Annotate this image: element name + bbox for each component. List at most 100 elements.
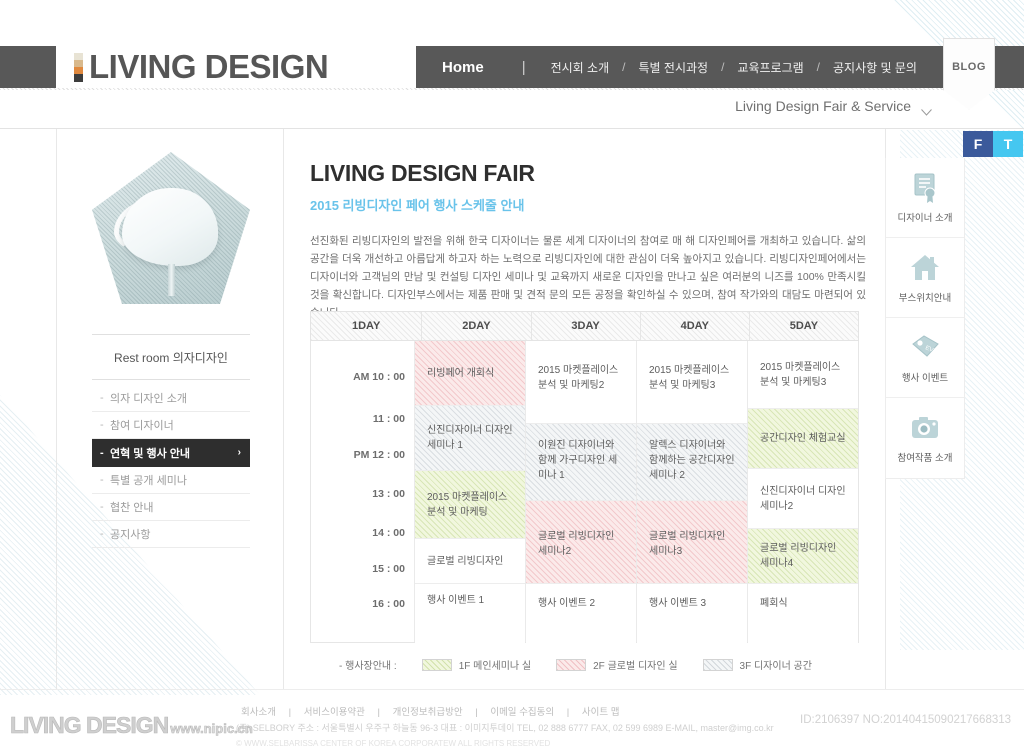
schedule-col-header-3day: 3DAY [532,312,641,340]
schedule-event-cell[interactable]: 이원진 디자이너와 함께 가구디자인 세미나 1 [526,424,636,501]
schedule-event-cell[interactable]: 리빙페어 개회식 [415,341,525,406]
chevron-down-icon[interactable] [921,103,932,116]
schedule-event-cell[interactable]: 글로벌 리빙디자인 세미나3 [637,501,747,584]
schedule-event-cell[interactable]: 글로벌 리빙디자인 [415,539,525,584]
column-divider-middle [283,129,284,689]
schedule-col-header-1day: 1DAY [311,312,423,340]
breadcrumb: Living Design Fair & Service [735,98,932,116]
schedule-col-header-5day: 5DAY [789,320,819,332]
sidebar-item-participating-designers[interactable]: - 참여 디자이너 [92,412,250,439]
watermark-left: LIVING DESIGN www.nipic.cn [10,712,253,739]
sidebar-item-history-and-events[interactable]: - 연혁 및 행사 안내 › [92,439,250,467]
bullet-dash-icon: - [100,392,104,404]
schedule-event-cell[interactable]: 2015 마켓플레이스 분석 및 마케팅2 [526,341,636,424]
chair-seat-shape [122,188,218,266]
schedule-col-header-2day: 2DAY [422,312,532,340]
schedule-event-cell[interactable]: 행사 이벤트 3 [637,584,747,643]
schedule-table: 1DAY 2DAY 3DAY 4DAY 5DAY AM 10 : 00 11 :… [310,311,859,643]
facebook-icon[interactable]: F [963,131,993,157]
twitter-icon[interactable]: T [993,131,1023,157]
quick-menu-item-booth-location[interactable]: 부스위치안내 [886,238,964,318]
page-title: LIVING DESIGN FAIR [310,160,535,186]
quick-menu-label: 행사 이벤트 [901,372,949,384]
nav-item-notice-inquiry[interactable]: 공지사항 및 문의 [824,59,926,76]
quick-menu-item-event[interactable]: EVENT 행사 이벤트 [886,318,964,398]
time-label: 11 : 00 [372,413,405,425]
schedule-event-cell[interactable]: 행사 이벤트 2 [526,584,636,643]
main-navigation: Home | 전시회 소개 / 특별 전시과정 / 교육프로그램 / 공지사항 … [420,46,926,88]
footer-copyright: © WWW.SELBARISSA CENTER OF KOREA CORPORA… [236,739,551,747]
sidebar-item-special-open-seminar[interactable]: - 특별 공개 세미나 [92,467,250,494]
quick-menu-label: 디자이너 소개 [897,212,953,224]
quick-menu-label: 부스위치안내 [898,292,952,304]
schedule-day-column-3day: 2015 마켓플레이스 분석 및 마케팅2 이원진 디자이너와 함께 가구디자인… [526,341,637,643]
legend-title: - 행사장안내 : [339,661,397,672]
page-root: LIVING DESIGN Home | 전시회 소개 / 특별 전시과정 / … [0,0,1024,747]
sidebar-item-label: 의자 디자인 소개 [110,393,187,405]
breadcrumb-label: Living Design Fair & Service [735,98,911,114]
sidebar-item-chair-design-intro[interactable]: - 의자 디자인 소개 [92,385,250,412]
sidebar-item-sponsorship[interactable]: - 협찬 안내 [92,494,250,521]
footer-separator: | [566,707,570,718]
logo-color-bars-icon [74,52,83,82]
schedule-event-cell[interactable]: 신진디자이너 디자인세미나 1 [415,406,525,471]
sidebar-caption-block: Rest room 의자디자인 [92,334,250,380]
schedule-event-cell[interactable]: 신진디자이너 디자인세미나2 [748,469,858,529]
bullet-dash-icon: - [100,474,104,486]
schedule-event-cell[interactable]: 공간디자인 체험교실 [748,409,858,469]
time-label: 14 : 00 [372,527,405,539]
legend-swatch-green-icon [421,658,452,671]
schedule-col-header-4day: 4DAY [641,312,750,340]
footer-links: 회사소개 | 서비스이용약관 | 개인정보취급방안 | 이메일 수집동의 | 사… [236,706,774,719]
schedule-event-cell[interactable]: 행사 이벤트 1 [415,584,525,643]
footer-link-email-consent[interactable]: 이메일 수집동의 [490,707,554,718]
bullet-dash-icon: - [100,501,104,513]
page-subtitle: 2015 리빙디자인 페어 행사 스케줄 안내 [310,198,525,213]
schedule-time-column: AM 10 : 00 11 : 00 PM 12 : 00 13 : 00 14… [311,341,415,642]
sidebar-item-label: 협찬 안내 [110,502,154,514]
sidebar-item-label: 공지사항 [110,529,151,541]
watermark-site-text: www.nipic.cn [170,721,253,737]
blog-tab[interactable]: BLOG [943,38,995,110]
nav-item-special-exhibition[interactable]: 특별 전시과정 [629,59,717,76]
header-bottom-rule [0,88,1024,90]
footer-top-rule [0,689,1024,690]
schedule-event-cell[interactable]: 글로벌 리빙디자인 세미나4 [748,529,858,584]
footer-address: (주) SELBORY 주소 : 서울특별시 우주구 하늘동 96-3 대표 :… [236,723,774,733]
footer-separator: | [377,707,381,718]
schedule-event-cell[interactable]: 폐회식 [748,584,858,643]
logo-text: LIVING DESIGN [89,48,329,85]
chair-stem-shape [168,264,175,296]
watermark-id: ID:2106397 NO:20140415090217668313 [800,714,1012,726]
quick-menu-item-works-intro[interactable]: 참여작품 소개 [886,398,964,478]
schedule-event-cell[interactable]: 2015 마켓플레이스 분석 및 마케팅3 [748,341,858,409]
schedule-event-cell[interactable]: 글로벌 리빙디자인 세미나2 [526,501,636,584]
schedule-day-column-4day: 2015 마켓플레이스 분석 및 마케팅3 알렉스 디자이너와 함께하는 공간디… [637,341,748,643]
nav-item-education-program[interactable]: 교육프로그램 [728,59,812,76]
schedule-event-cell[interactable]: 2015 마켓플레이스 분석 및 마케팅3 [637,341,747,424]
quick-menu-item-designer-intro[interactable]: 디자이너 소개 [886,158,964,238]
sidebar-item-label: 특별 공개 세미나 [110,475,187,487]
footer-link-sitemap[interactable]: 사이트 맵 [582,707,620,718]
time-label: PM 12 : 00 [353,449,405,461]
site-logo[interactable]: LIVING DESIGN [56,46,416,88]
chevron-right-icon: › [237,447,241,458]
nav-item-home[interactable]: Home [420,59,506,76]
schedule-body: AM 10 : 00 11 : 00 PM 12 : 00 13 : 00 14… [310,341,859,643]
column-divider-left [56,129,57,689]
sidebar-caption: Rest room 의자디자인 [114,351,228,365]
bullet-dash-icon: - [100,528,104,540]
divider [92,379,250,380]
sidebar-item-notice[interactable]: - 공지사항 [92,521,250,548]
footer-link-privacy[interactable]: 개인정보취급방안 [393,707,463,718]
time-label: 16 : 00 [372,598,405,610]
nav-item-exhibition-intro[interactable]: 전시회 소개 [542,59,619,76]
sidebar-item-label: 참여 디자이너 [110,420,174,432]
schedule-event-cell[interactable]: 2015 마켓플레이스 분석 및 마케팅 [415,471,525,539]
footer-link-terms[interactable]: 서비스이용약관 [304,707,365,718]
legend-label-1f: 1F 메인세미나 실 [458,661,532,672]
nav-separator: / [816,60,820,74]
schedule-event-cell[interactable]: 알렉스 디자이너와 함께하는 공간디자인 세미나 2 [637,424,747,501]
legend-label-2f: 2F 글로벌 디자인 실 [593,661,678,672]
schedule-header-row: 1DAY 2DAY 3DAY 4DAY 5DAY [310,311,859,341]
